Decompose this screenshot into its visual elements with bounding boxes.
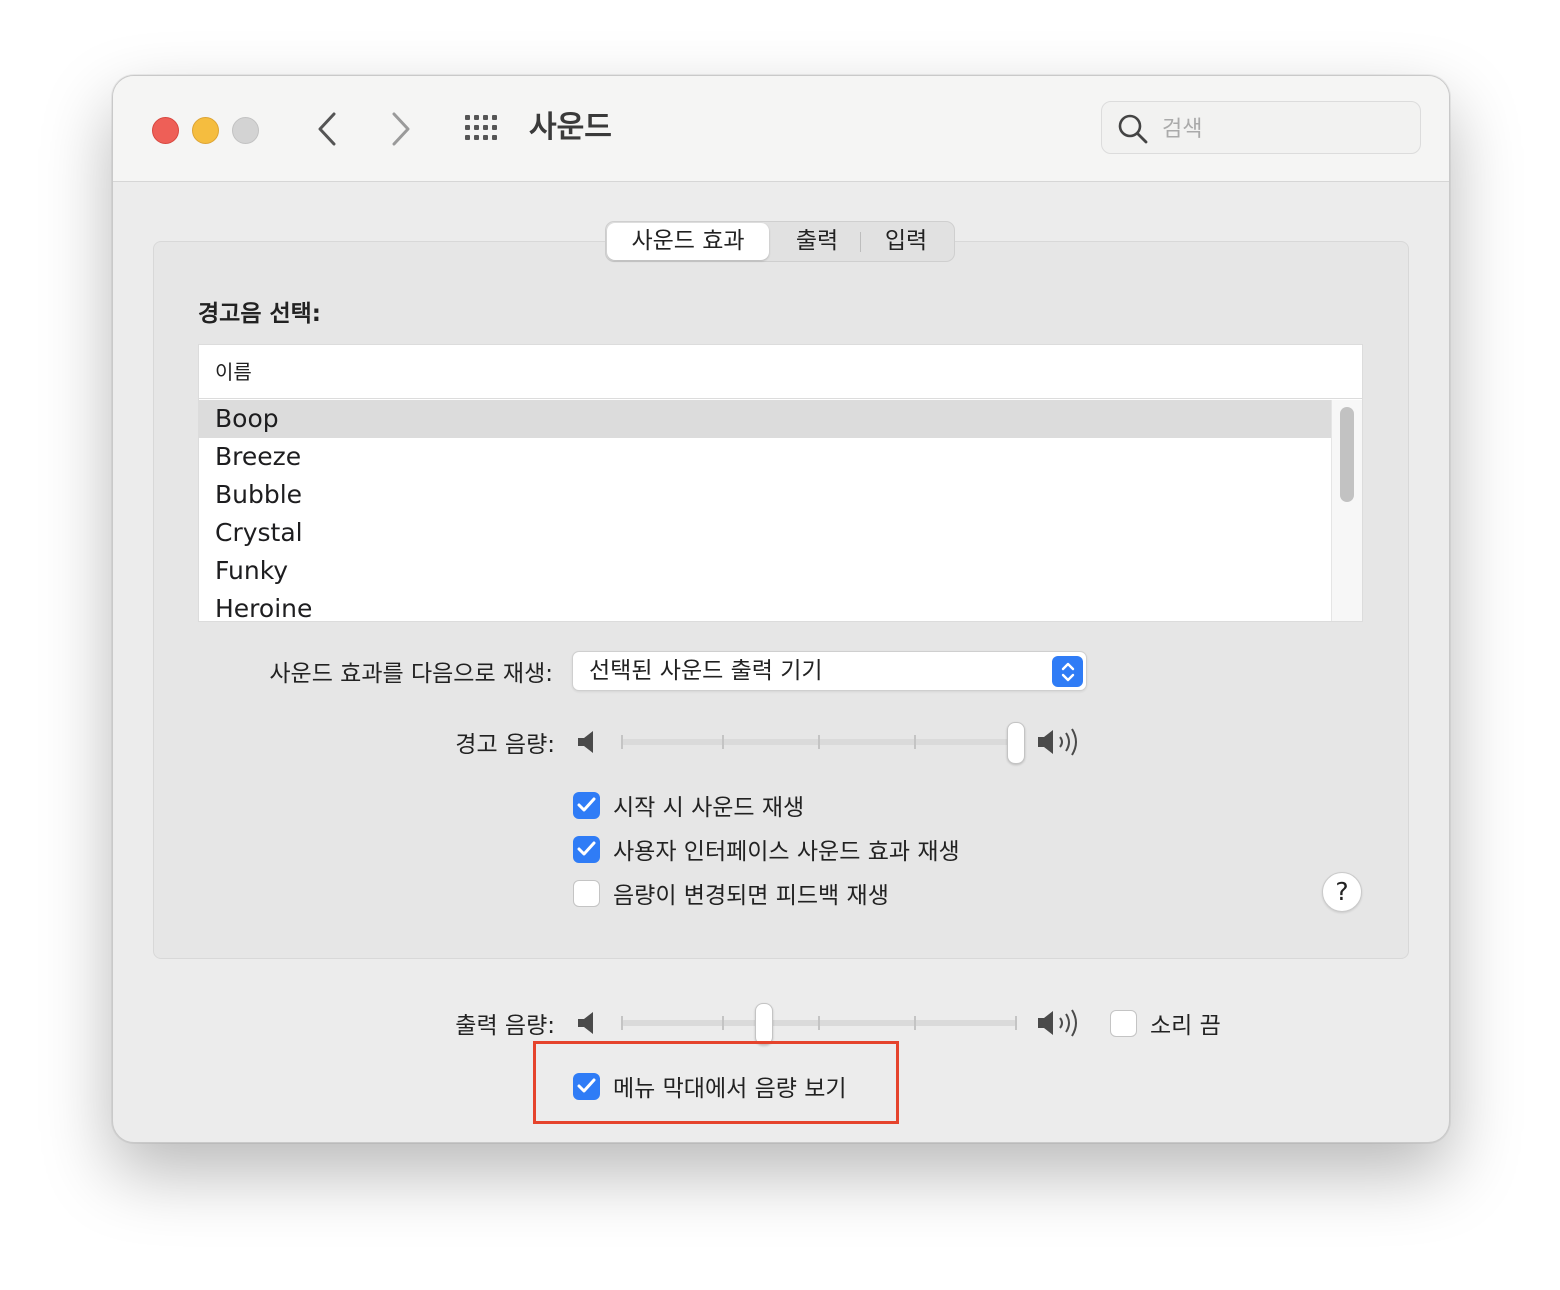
checkbox-box[interactable] <box>1110 1009 1137 1037</box>
chevron-right-icon <box>392 112 410 146</box>
play-through-value: 선택된 사운드 출력 기기 <box>589 658 823 684</box>
slider-tick <box>914 1016 916 1030</box>
speaker-low-icon <box>578 731 593 753</box>
mute-checkbox[interactable]: 소리 끔 <box>1110 1007 1221 1039</box>
checkbox-label: 음량이 변경되면 피드백 재생 <box>613 883 889 909</box>
checkbox-label: 사용자 인터페이스 사운드 효과 재생 <box>613 839 960 865</box>
zoom-button[interactable] <box>232 117 259 144</box>
minimize-button[interactable] <box>192 117 219 144</box>
output-volume-slider[interactable] <box>576 1003 1086 1045</box>
highlight-box <box>533 1041 899 1124</box>
alert-sound-label: 경고음 선택: <box>198 301 322 327</box>
alert-volume-label: 경고 음량: <box>455 732 555 758</box>
checkbox-box[interactable] <box>573 835 600 863</box>
tab-divider <box>860 232 861 252</box>
checkbox-label: 소리 끔 <box>1150 1013 1221 1039</box>
alert-sound-list[interactable]: 이름 Boop Breeze Bubble Crystal Funky Hero… <box>198 344 1363 622</box>
list-item[interactable]: Breeze <box>199 438 1332 476</box>
popup-stepper-icon <box>1052 656 1083 687</box>
checkmark-icon <box>577 841 596 856</box>
search-field[interactable] <box>1101 101 1421 154</box>
forward-button[interactable] <box>383 108 419 150</box>
slider-knob[interactable] <box>754 1003 773 1045</box>
slider-knob[interactable] <box>1007 722 1025 764</box>
scrollbar-thumb[interactable] <box>1340 407 1354 502</box>
startup-sound-checkbox[interactable]: 시작 시 사운드 재생 <box>573 789 804 821</box>
play-through-label: 사운드 효과를 다음으로 재생: <box>269 661 553 687</box>
alert-volume-slider[interactable] <box>576 722 1086 764</box>
speaker-high-icon <box>1038 728 1077 756</box>
speaker-low-icon <box>578 1012 593 1034</box>
volume-feedback-checkbox[interactable]: 음량이 변경되면 피드백 재생 <box>573 877 889 909</box>
tab-output[interactable]: 출력 <box>776 222 858 261</box>
speaker-high-icon <box>1038 1009 1077 1037</box>
show-all-grid-icon[interactable] <box>463 113 501 143</box>
tab-sound-effects[interactable]: 사운드 효과 <box>607 223 769 260</box>
list-item[interactable]: Heroine <box>199 590 1332 621</box>
checkmark-icon <box>577 797 596 812</box>
window-title: 사운드 <box>529 110 612 145</box>
list-item[interactable]: Boop <box>199 400 1332 438</box>
slider-tick <box>621 1016 623 1030</box>
slider-tick <box>818 735 820 749</box>
list-item[interactable]: Crystal <box>199 514 1332 552</box>
slider-tick <box>914 735 916 749</box>
list-item[interactable]: Funky <box>199 552 1332 590</box>
output-volume-label: 출력 음량: <box>455 1013 555 1039</box>
chevron-left-icon <box>318 112 336 146</box>
tab-bar: 사운드 효과 출력 입력 <box>605 221 955 262</box>
tab-input[interactable]: 입력 <box>864 222 948 261</box>
slider-tick <box>722 1016 724 1030</box>
slider-tick <box>1015 1016 1017 1030</box>
back-button[interactable] <box>309 108 345 150</box>
close-button[interactable] <box>152 117 179 144</box>
sound-preferences-window: 사운드 사운드 효과 출력 입력 경고음 선택: 이름 Boop Breeze … <box>112 75 1450 1143</box>
checkbox-label: 시작 시 사운드 재생 <box>613 795 805 821</box>
ui-sound-effects-checkbox[interactable]: 사용자 인터페이스 사운드 효과 재생 <box>573 833 960 865</box>
checkbox-box[interactable] <box>573 791 600 819</box>
column-header-name[interactable]: 이름 <box>199 345 1362 399</box>
slider-tick <box>818 1016 820 1030</box>
title-bar: 사운드 <box>113 76 1449 182</box>
slider-tick <box>722 735 724 749</box>
slider-tick <box>621 735 623 749</box>
help-button[interactable]: ? <box>1322 872 1362 912</box>
play-through-popup[interactable]: 선택된 사운드 출력 기기 <box>572 651 1087 691</box>
search-input[interactable] <box>1160 110 1404 148</box>
search-icon <box>1118 114 1148 144</box>
list-item[interactable]: Bubble <box>199 476 1332 514</box>
checkbox-box[interactable] <box>573 879 600 907</box>
